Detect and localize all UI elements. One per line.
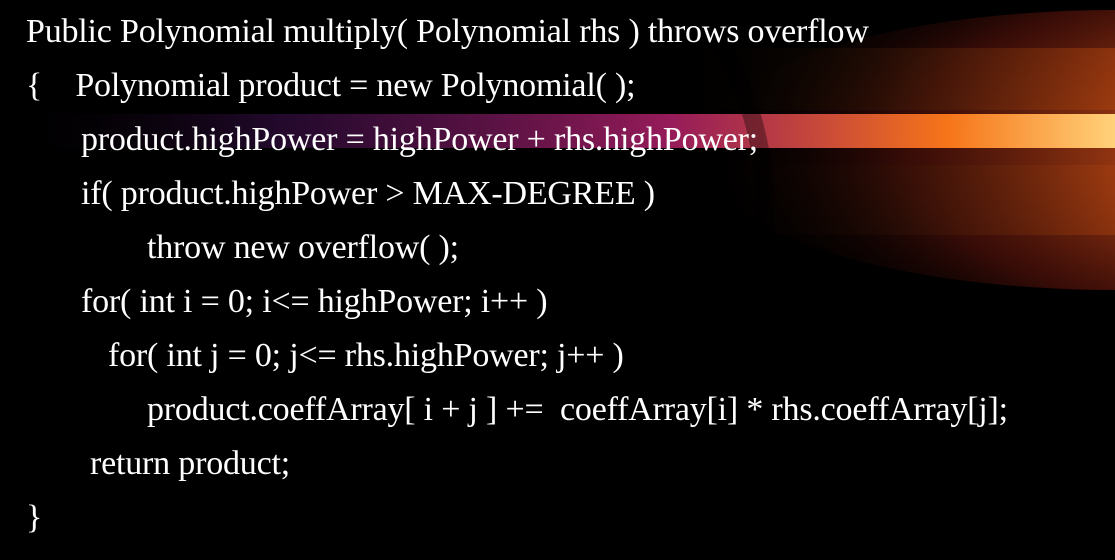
code-line-highpower-assign: product.highPower = highPower + rhs.high… (81, 121, 758, 158)
code-line-method-signature: Public Polynomial multiply( Polynomial r… (26, 13, 869, 50)
code-line-outer-loop: for( int i = 0; i<= highPower; i++ ) (81, 283, 548, 320)
comet-band-upper (640, 48, 1115, 110)
comet-band-lower (700, 165, 1115, 235)
code-line-product-init: { Polynomial product = new Polynomial( )… (26, 67, 636, 104)
code-line-return: return product; (90, 445, 290, 482)
code-line-inner-loop: for( int j = 0; j<= rhs.highPower; j++ ) (108, 337, 624, 374)
code-line-coeff-accumulate: product.coeffArray[ i + j ] += coeffArra… (147, 391, 1008, 428)
code-line-closing-brace: } (26, 499, 43, 536)
slide: Public Polynomial multiply( Polynomial r… (0, 0, 1115, 560)
code-line-throw: throw new overflow( ); (147, 229, 459, 266)
comet-glow-body (695, 10, 1115, 290)
code-line-if-check: if( product.highPower > MAX-DEGREE ) (81, 175, 655, 212)
